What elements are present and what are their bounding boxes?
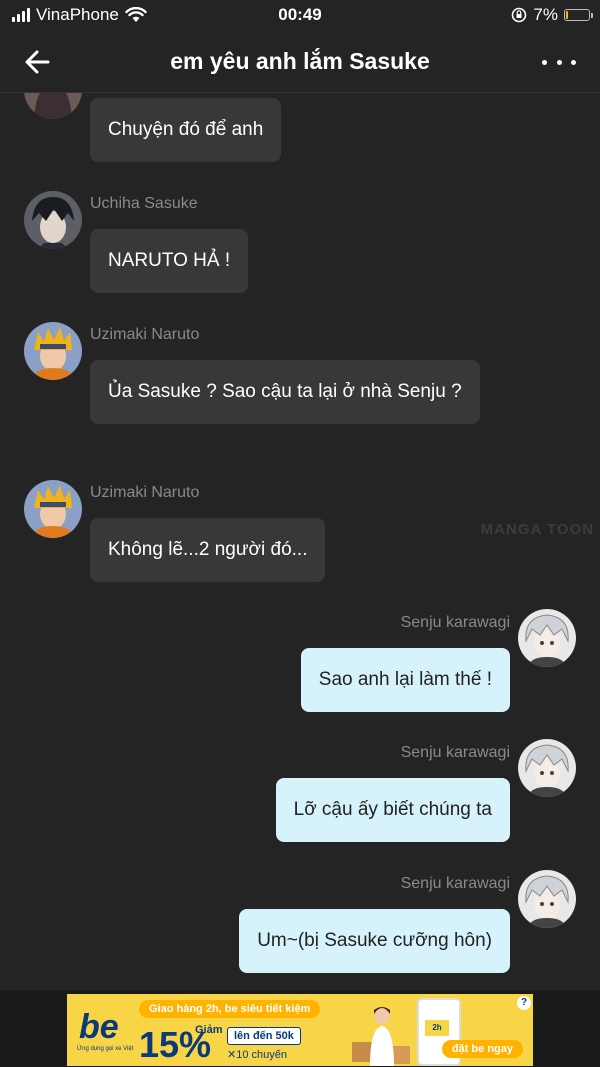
chat-header: em yêu anh lắm Sasuke bbox=[0, 32, 600, 93]
chat-title: em yêu anh lắm Sasuke bbox=[170, 48, 430, 74]
message-bubble[interactable]: Không lẽ...2 người đó... bbox=[90, 518, 326, 582]
message-bubble[interactable]: Chuyện đó để anh bbox=[90, 98, 282, 162]
ad-info-icon[interactable]: ? bbox=[517, 996, 531, 1010]
message-bubble[interactable]: Sao anh lại làm thế ! bbox=[300, 648, 510, 712]
ad-bar: be Ứng dụng gọi xe Việt Giao hàng 2h, be… bbox=[0, 990, 600, 1067]
ad-headline: Giao hàng 2h, be siêu tiết kiệm bbox=[139, 1000, 321, 1018]
ad-cta-button[interactable]: đặt be ngay bbox=[441, 1040, 523, 1058]
message-list[interactable]: Chuyện đó để anh Uchiha Sasuke NARUTO HẢ… bbox=[0, 93, 600, 990]
ad-banner[interactable]: be Ứng dụng gọi xe Việt Giao hàng 2h, be… bbox=[67, 994, 533, 1066]
senju-avatar[interactable] bbox=[518, 870, 576, 928]
battery-icon bbox=[564, 9, 593, 21]
hinata-avatar[interactable] bbox=[24, 93, 82, 119]
watermark: MANGA TOON bbox=[480, 521, 594, 538]
sender-name: Uchiha Sasuke bbox=[90, 195, 198, 212]
naruto-avatar[interactable] bbox=[24, 322, 82, 380]
ad-times: ✕10 chuyến bbox=[227, 1049, 287, 1061]
ad-logo-subtitle: Ứng dụng gọi xe Việt bbox=[77, 1046, 134, 1052]
ad-person-image bbox=[352, 1007, 410, 1066]
sender-name: Senju karawagi bbox=[400, 875, 510, 892]
senju-avatar[interactable] bbox=[518, 609, 576, 667]
ad-logo: be bbox=[79, 1008, 119, 1046]
status-time: 00:49 bbox=[278, 5, 322, 24]
battery-fill bbox=[566, 11, 568, 19]
senju-avatar[interactable] bbox=[518, 739, 576, 797]
ad-up-to: lên đến 50k bbox=[227, 1027, 301, 1045]
message-bubble[interactable]: NARUTO HẢ ! bbox=[90, 229, 249, 293]
ad-discount-label: Giảm bbox=[195, 1024, 223, 1036]
more-options-icon[interactable] bbox=[542, 50, 576, 74]
back-arrow-icon[interactable] bbox=[20, 44, 56, 80]
status-bar: VinaPhone 00:49 7% bbox=[0, 0, 600, 32]
sender-name: Senju karawagi bbox=[400, 614, 510, 631]
ad-phone-tag: 2h bbox=[425, 1020, 449, 1036]
message-bubble[interactable]: Ủa Sasuke ? Sao cậu ta lại ở nhà Senju ? bbox=[90, 360, 480, 424]
naruto-avatar[interactable] bbox=[24, 480, 82, 538]
battery-percent: 7% bbox=[533, 5, 558, 24]
orientation-lock-icon bbox=[512, 7, 527, 23]
sender-name: Uzimaki Naruto bbox=[90, 484, 200, 501]
message-bubble[interactable]: Um~(bị Sasuke cưỡng hôn) bbox=[239, 909, 510, 973]
status-right: 7% bbox=[511, 5, 593, 25]
sasuke-avatar[interactable] bbox=[24, 191, 82, 249]
sender-name: Senju karawagi bbox=[400, 744, 510, 761]
sender-name: Uzimaki Naruto bbox=[90, 326, 200, 343]
message-bubble[interactable]: Lỡ cậu ấy biết chúng ta bbox=[275, 778, 510, 842]
